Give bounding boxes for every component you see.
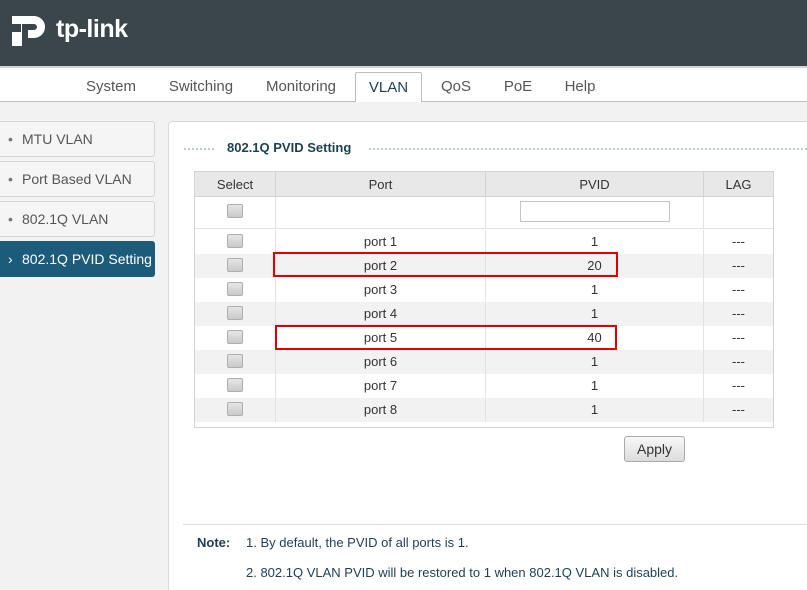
row-select-cell <box>195 302 275 326</box>
pvid-input[interactable] <box>520 201 670 222</box>
row-checkbox[interactable] <box>227 330 243 345</box>
port-cell: port 3 <box>275 278 485 302</box>
lag-cell: --- <box>703 398 773 422</box>
row-select-cell <box>195 350 275 374</box>
tab-system[interactable]: System <box>74 72 148 102</box>
section-title: 802.1Q PVID Setting <box>227 140 352 155</box>
lag-cell: --- <box>703 374 773 398</box>
tab-help[interactable]: Help <box>556 72 604 102</box>
row-select-cell <box>195 374 275 398</box>
lag-cell: --- <box>703 326 773 350</box>
row-select-cell <box>195 230 275 254</box>
row-select-cell <box>195 326 275 350</box>
bullet-icon: • <box>8 131 13 147</box>
row-checkbox[interactable] <box>227 306 243 321</box>
table-row[interactable]: port 8 1 --- <box>195 398 773 422</box>
table-row[interactable]: port 1 1 --- <box>195 230 773 254</box>
table-filter-row <box>195 197 773 229</box>
row-checkbox[interactable] <box>227 258 243 273</box>
apply-button[interactable]: Apply <box>624 436 685 462</box>
row-checkbox[interactable] <box>227 378 243 393</box>
sidebar-item-label: 802.1Q VLAN <box>22 211 109 227</box>
pvid-cell: 1 <box>485 350 703 374</box>
row-checkbox[interactable] <box>227 282 243 297</box>
tab-qos[interactable]: QoS <box>432 72 480 102</box>
header-pvid: PVID <box>485 172 703 196</box>
table-row[interactable]: port 3 1 --- <box>195 278 773 302</box>
table-row[interactable]: port 6 1 --- <box>195 350 773 374</box>
note-label: Note: <box>197 535 231 550</box>
tab-poe[interactable]: PoE <box>496 72 540 102</box>
table-row[interactable]: port 4 1 --- <box>195 302 773 326</box>
filter-pvid-cell <box>485 197 703 228</box>
logo-text: tp-link <box>56 14 128 43</box>
select-all-cell <box>195 197 275 228</box>
select-all-checkbox[interactable] <box>227 204 243 218</box>
tab-monitoring[interactable]: Monitoring <box>256 72 346 102</box>
lag-cell: --- <box>703 350 773 374</box>
port-cell: port 1 <box>275 230 485 254</box>
note-line-1: 1. By default, the PVID of all ports is … <box>246 535 469 550</box>
sidebar-item-8021q-vlan[interactable]: • 802.1Q VLAN <box>0 201 155 237</box>
main-nav: System Switching Monitoring VLAN QoS PoE… <box>0 66 807 104</box>
filter-lag-cell <box>703 197 773 228</box>
row-checkbox[interactable] <box>227 402 243 417</box>
bullet-icon: • <box>8 171 13 187</box>
sidebar-item-label: Port Based VLAN <box>22 171 132 187</box>
title-divider <box>368 147 807 151</box>
sidebar-item-label: MTU VLAN <box>22 131 93 147</box>
pvid-cell: 1 <box>485 398 703 422</box>
pvid-table: Select Port PVID LAG port 1 1 --- port 2… <box>194 171 774 428</box>
chevron-right-icon: › <box>8 251 13 267</box>
lag-cell: --- <box>703 254 773 278</box>
port5-highlight-box <box>275 325 617 350</box>
pvid-cell: 1 <box>485 230 703 254</box>
tp-link-logo: tp-link <box>8 6 128 52</box>
title-divider <box>183 147 215 151</box>
header-port: Port <box>275 172 485 196</box>
table-header: Select Port PVID LAG <box>195 172 773 197</box>
pvid-cell: 1 <box>485 278 703 302</box>
sidebar-item-label: 802.1Q PVID Setting <box>22 251 152 267</box>
header-select: Select <box>216 177 254 192</box>
note-line-2: 2. 802.1Q VLAN PVID will be restored to … <box>246 565 679 580</box>
lag-cell: --- <box>703 278 773 302</box>
lag-cell: --- <box>703 302 773 326</box>
sidebar-item-8021q-pvid-setting[interactable]: › 802.1Q PVID Setting <box>0 241 155 277</box>
row-select-cell <box>195 278 275 302</box>
row-checkbox[interactable] <box>227 234 243 249</box>
port-cell: port 7 <box>275 374 485 398</box>
note-divider <box>183 524 807 525</box>
tab-switching[interactable]: Switching <box>160 72 242 102</box>
pvid-cell: 1 <box>485 302 703 326</box>
lag-cell: --- <box>703 230 773 254</box>
port-cell: port 6 <box>275 350 485 374</box>
header-lag: LAG <box>703 172 773 196</box>
bullet-icon: • <box>8 211 13 227</box>
pvid-cell: 1 <box>485 374 703 398</box>
tab-vlan[interactable]: VLAN <box>355 72 422 104</box>
port-cell: port 4 <box>275 302 485 326</box>
port-cell: port 8 <box>275 398 485 422</box>
top-header: tp-link <box>0 0 807 66</box>
section-header: 802.1Q PVID Setting <box>183 140 807 158</box>
sidebar-item-port-based-vlan[interactable]: • Port Based VLAN <box>0 161 155 197</box>
row-select-cell <box>195 398 275 422</box>
table-row[interactable]: port 7 1 --- <box>195 374 773 398</box>
row-checkbox[interactable] <box>227 354 243 369</box>
tp-link-logo-icon <box>12 16 45 46</box>
filter-port-cell <box>275 197 485 228</box>
row-select-cell <box>195 254 275 278</box>
sidebar-item-mtu-vlan[interactable]: • MTU VLAN <box>0 121 155 157</box>
port2-highlight-box <box>273 252 618 277</box>
